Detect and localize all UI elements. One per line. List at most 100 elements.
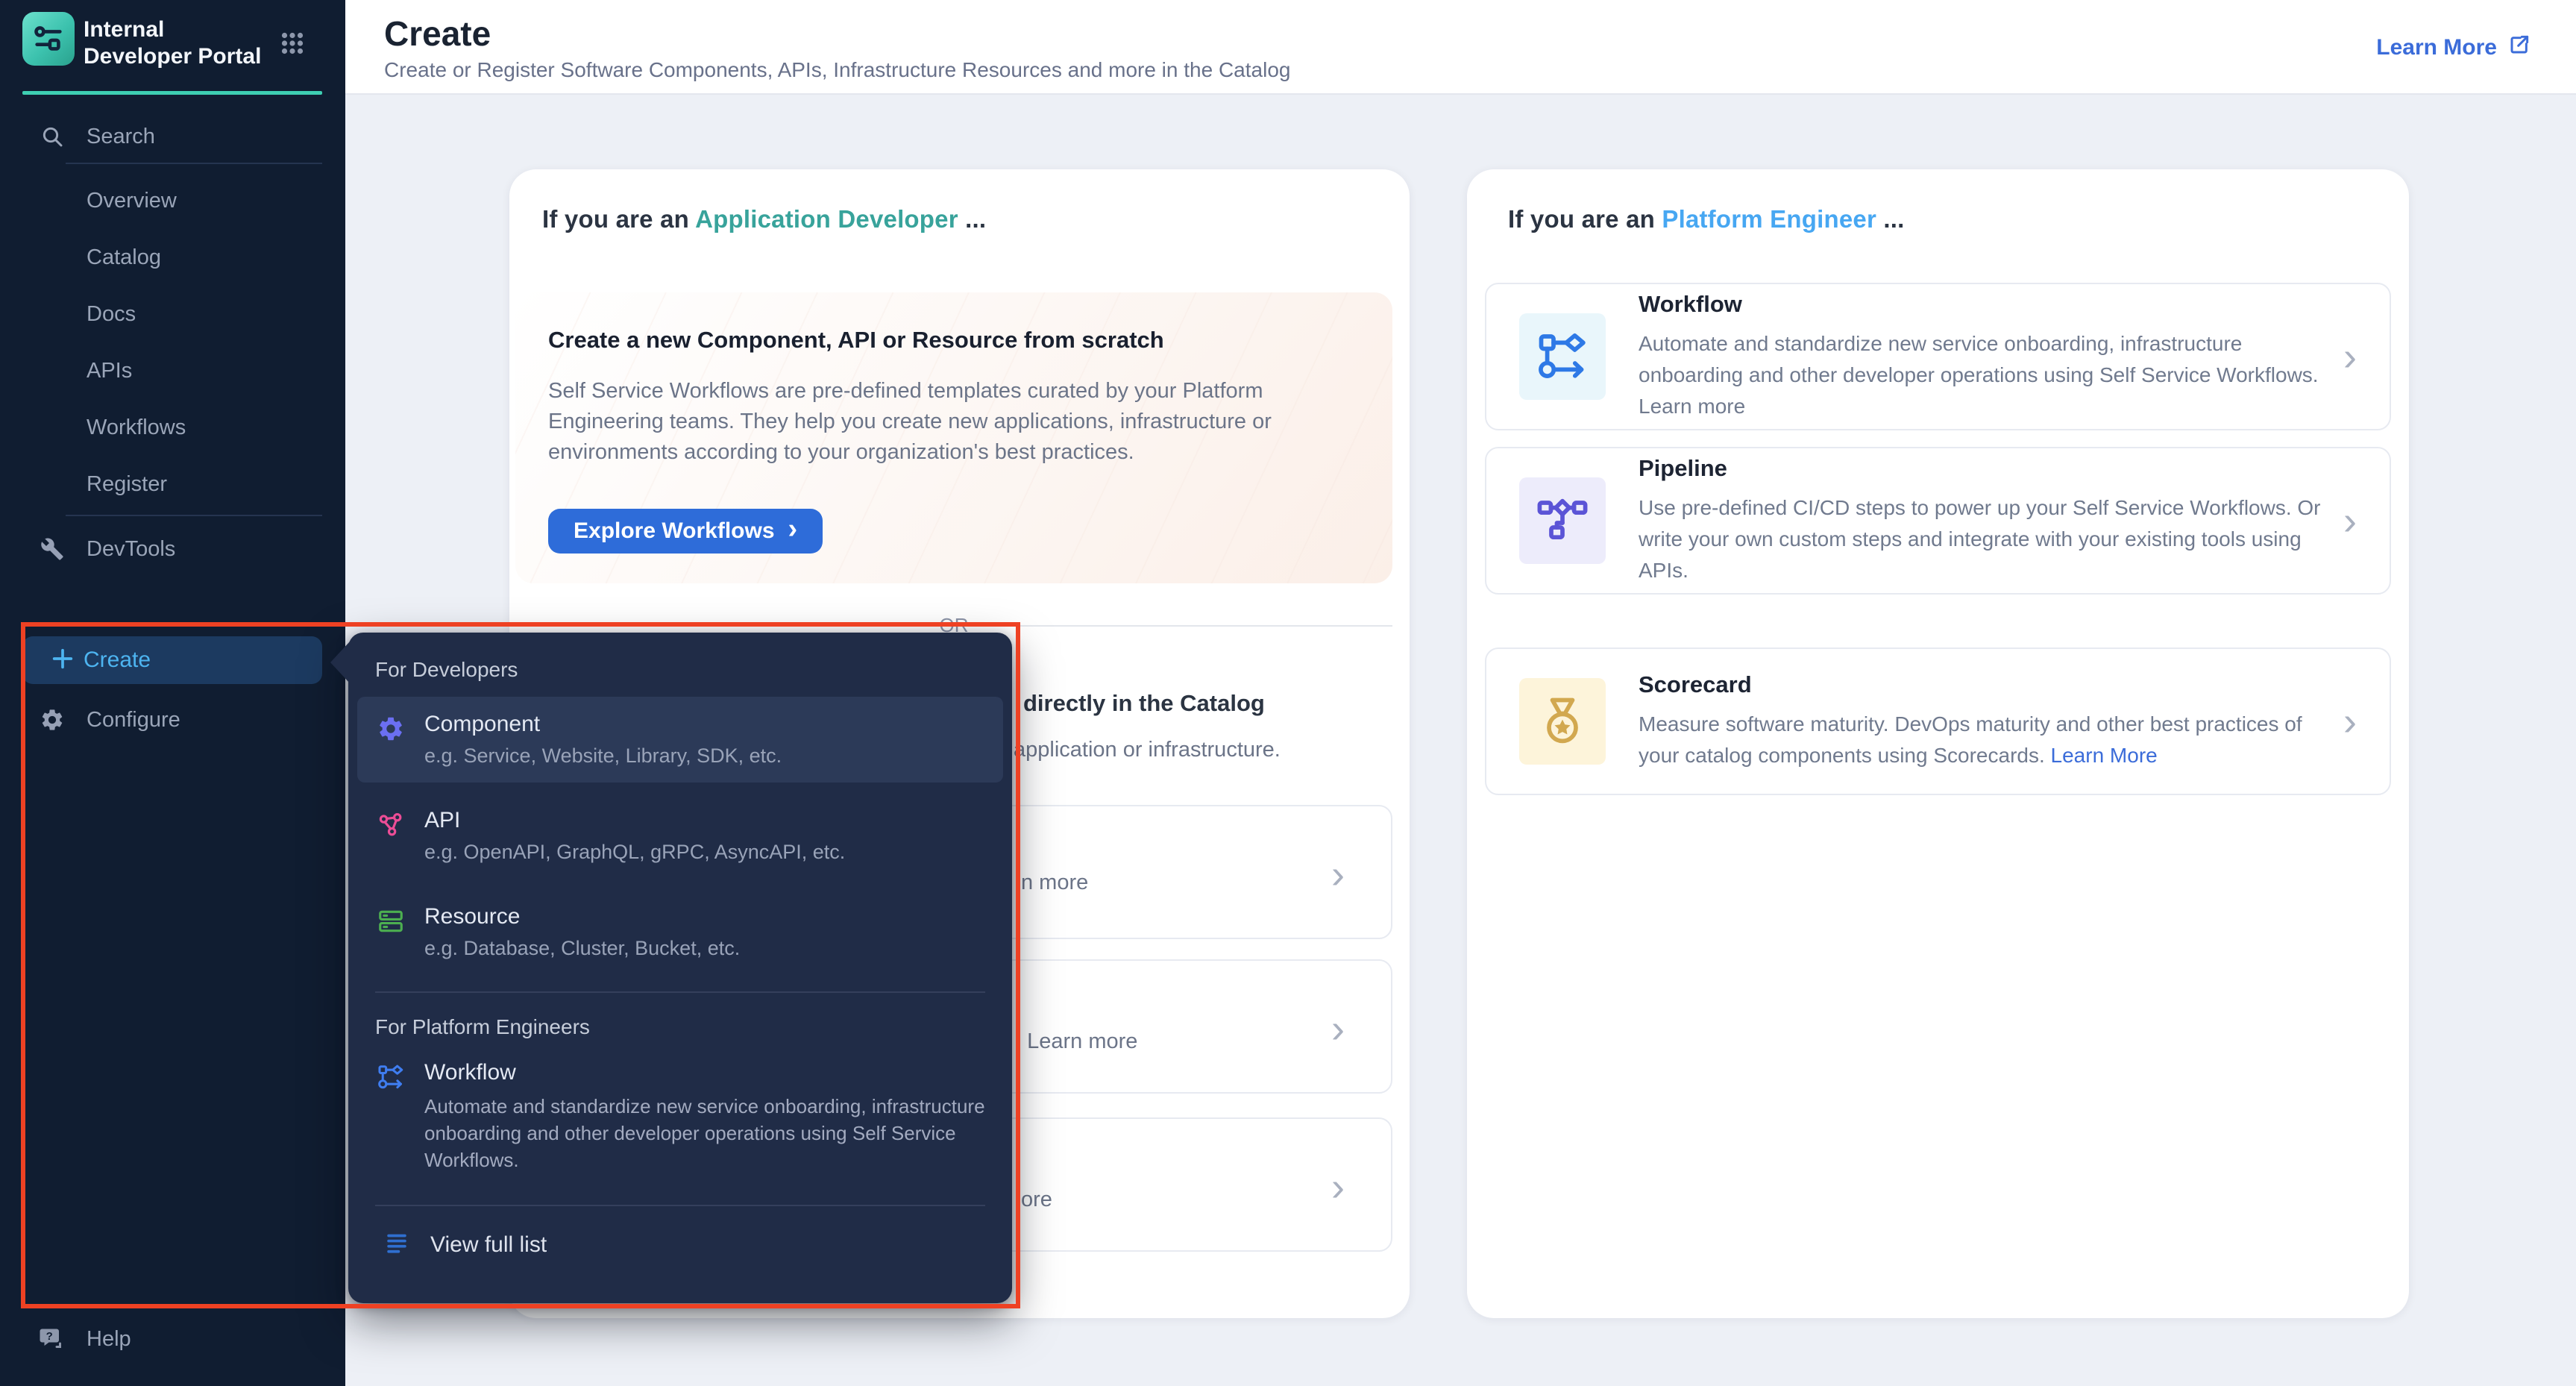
chevron-right-icon: ›	[2343, 701, 2357, 741]
page-title: Create	[384, 13, 491, 54]
catalog-section-heading-fragment: directly in the Catalog	[1023, 690, 1265, 717]
row-text: Scorecard Measure software maturity. Dev…	[1639, 671, 2343, 771]
flyout-item-api[interactable]: API e.g. OpenAPI, GraphQL, gRPC, AsyncAP…	[357, 793, 1003, 879]
flyout-item-workflow[interactable]: Workflow Automate and standardize new se…	[357, 1045, 1003, 1188]
sidebar-item-register[interactable]: Register	[0, 463, 345, 505]
flyout-divider	[375, 1205, 985, 1206]
developer-card-heading: If you are an Application Developer ...	[542, 205, 986, 233]
row-text: Pipeline Use pre-defined CI/CD steps to …	[1639, 455, 2343, 586]
create-flyout-menu: For Developers Component e.g. Service, W…	[348, 633, 1012, 1303]
search-icon	[39, 123, 66, 150]
sidebar-item-label: Configure	[87, 708, 180, 733]
sidebar-item-overview[interactable]: Overview	[0, 180, 345, 222]
page-header: Create Create or Register Software Compo…	[345, 0, 2576, 95]
plus-icon	[48, 646, 78, 675]
sidebar-item-create[interactable]: Create	[22, 636, 322, 684]
row-description: Use pre-defined CI/CD steps to power up …	[1639, 492, 2343, 586]
platform-card-heading: If you are an Platform Engineer ...	[1508, 205, 1904, 233]
app-switcher-icon[interactable]	[279, 30, 306, 57]
view-full-list-label: View full list	[430, 1232, 547, 1258]
sidebar-item-label: Overview	[87, 189, 177, 213]
row-description: Automate and standardize new service onb…	[1639, 328, 2343, 422]
row-title: Workflow	[1639, 291, 2343, 318]
sidebar-item-search[interactable]: Search	[0, 116, 345, 157]
flyout-item-resource[interactable]: Resource e.g. Database, Cluster, Bucket,…	[357, 889, 1003, 975]
wrench-icon	[39, 536, 66, 562]
row-text-fragment: . Learn more	[1015, 1029, 1137, 1054]
heading-suffix: ...	[1876, 205, 1904, 233]
chevron-right-icon: ›	[2343, 501, 2357, 541]
scorecard-learn-more-link[interactable]: Learn More	[2051, 744, 2158, 767]
heading-role: Platform Engineer	[1662, 205, 1876, 233]
row-desc-text: Use pre-defined CI/CD steps to power up …	[1639, 496, 2321, 582]
sidebar-item-label: DevTools	[87, 537, 175, 562]
workflow-icon	[377, 1063, 405, 1091]
sidebar-item-configure[interactable]: Configure	[0, 699, 345, 741]
learn-more-link[interactable]: Learn More	[2376, 33, 2531, 63]
sidebar-item-devtools[interactable]: DevTools	[0, 528, 345, 570]
flyout-divider	[375, 991, 985, 993]
chevron-right-icon: ›	[788, 515, 798, 543]
flyout-section-platform-engineers: For Platform Engineers	[375, 1015, 985, 1039]
sidebar-item-catalog[interactable]: Catalog	[0, 236, 345, 278]
page-subtitle: Create or Register Software Components, …	[384, 58, 1290, 82]
sidebar-item-workflows[interactable]: Workflows	[0, 407, 345, 448]
create-from-scratch-panel: Create a new Component, API or Resource …	[515, 292, 1392, 583]
platform-engineer-card: If you are an Platform Engineer ... Work…	[1467, 169, 2409, 1318]
app-title: Internal Developer Portal	[84, 16, 274, 70]
sidebar-item-docs[interactable]: Docs	[0, 293, 345, 335]
flyout-section-developers: For Developers	[375, 658, 985, 682]
sidebar-item-help[interactable]: ? Help	[0, 1318, 345, 1360]
gear-icon	[39, 706, 66, 733]
sidebar-divider	[66, 515, 322, 516]
sidebar-item-label: Catalog	[87, 245, 161, 270]
sidebar: Internal Developer Portal Search Overvie…	[0, 0, 345, 1386]
heading-prefix: If you are an	[542, 205, 695, 233]
flyout-item-title: Workflow	[424, 1060, 991, 1085]
catalog-section-subtitle-fragment: application or infrastructure.	[1014, 738, 1281, 762]
flyout-item-subtitle: e.g. OpenAPI, GraphQL, gRPC, AsyncAPI, e…	[424, 841, 845, 864]
chevron-right-icon: ›	[1331, 1167, 1345, 1207]
sidebar-item-label: Register	[87, 472, 167, 497]
api-nodes-icon	[377, 811, 405, 839]
sidebar-item-label: Help	[87, 1327, 131, 1352]
external-link-icon	[2507, 33, 2531, 63]
view-full-list-item[interactable]: View full list	[384, 1230, 985, 1259]
help-chat-icon: ?	[39, 1326, 66, 1352]
workflow-row[interactable]: Workflow Automate and standardize new se…	[1485, 283, 2391, 430]
heading-prefix: If you are an	[1508, 205, 1662, 233]
sidebar-item-label: Docs	[87, 302, 136, 327]
flyout-item-component[interactable]: Component e.g. Service, Website, Library…	[357, 697, 1003, 783]
sidebar-item-label: Workflows	[87, 416, 186, 440]
sidebar-accent-rule	[22, 91, 322, 95]
scorecard-row[interactable]: Scorecard Measure software maturity. Dev…	[1485, 647, 2391, 795]
component-gear-icon	[377, 715, 405, 743]
chevron-right-icon: ›	[1331, 1009, 1345, 1049]
row-text-fragment: n more	[1021, 871, 1088, 895]
row-title: Pipeline	[1639, 455, 2343, 482]
panel-body: Self Service Workflows are pre-defined t…	[548, 376, 1369, 468]
pipeline-row[interactable]: Pipeline Use pre-defined CI/CD steps to …	[1485, 447, 2391, 595]
sidebar-item-apis[interactable]: APIs	[0, 350, 345, 392]
row-title: Scorecard	[1639, 671, 2343, 698]
app-logo-icon	[22, 12, 75, 66]
heading-suffix: ...	[958, 205, 986, 233]
flyout-arrow	[330, 642, 350, 683]
flyout-item-title: API	[424, 808, 845, 833]
sidebar-item-label: Create	[84, 647, 151, 673]
row-description: Measure software maturity. DevOps maturi…	[1639, 709, 2343, 771]
learn-more-label: Learn More	[2376, 35, 2497, 60]
flyout-item-subtitle: e.g. Database, Cluster, Bucket, etc.	[424, 937, 740, 960]
sidebar-item-label: Search	[87, 125, 155, 149]
panel-title: Create a new Component, API or Resource …	[548, 327, 1164, 354]
sidebar-divider	[66, 163, 322, 164]
workflow-icon	[1519, 313, 1606, 400]
flyout-item-description: Automate and standardize new service onb…	[424, 1093, 991, 1173]
row-desc-text: Measure software maturity. DevOps maturi…	[1639, 712, 2302, 767]
scorecard-medal-icon	[1519, 678, 1606, 765]
flyout-item-title: Resource	[424, 904, 740, 929]
row-text-fragment: ore	[1021, 1188, 1052, 1212]
chevron-right-icon: ›	[1331, 854, 1345, 894]
explore-workflows-button[interactable]: Explore Workflows ›	[548, 509, 823, 554]
pipeline-icon	[1519, 477, 1606, 564]
